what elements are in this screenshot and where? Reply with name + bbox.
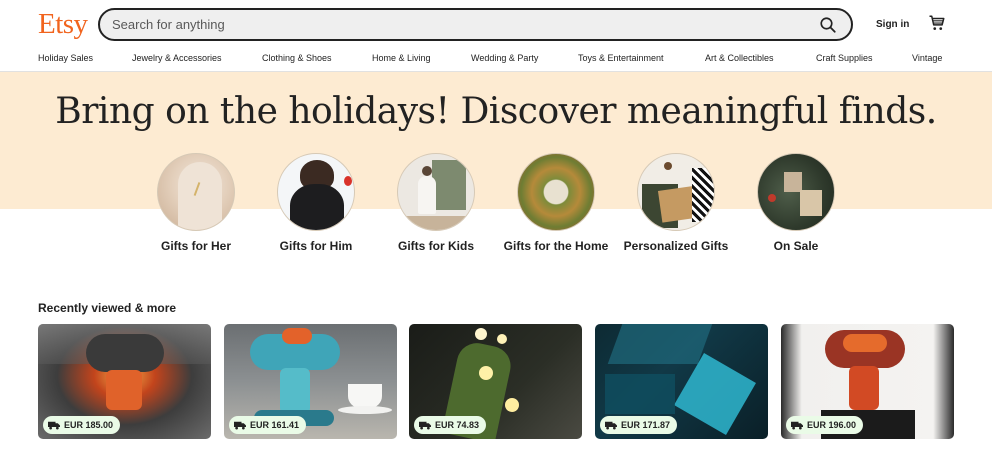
product-card[interactable]: EUR 196.00 xyxy=(781,324,954,439)
price-text: EUR 185.00 xyxy=(64,420,114,430)
nav-home-living[interactable]: Home & Living xyxy=(372,53,431,63)
category-label: Gifts for Him xyxy=(279,239,353,253)
free-shipping-truck-icon xyxy=(419,421,431,429)
category-label: On Sale xyxy=(773,239,819,253)
category-label: Gifts for Kids xyxy=(397,239,474,253)
product-card[interactable]: EUR 185.00 xyxy=(38,324,211,439)
gifts-for-him-image xyxy=(277,153,355,231)
on-sale-image xyxy=(757,153,835,231)
category-label: Personalized Gifts xyxy=(623,239,729,253)
category-gifts-for-kids[interactable]: Gifts for Kids xyxy=(376,153,496,253)
product-card[interactable]: EUR 74.83 xyxy=(409,324,582,439)
free-shipping-truck-icon xyxy=(234,421,246,429)
price-text: EUR 161.41 xyxy=(250,420,300,430)
shopping-cart-icon[interactable] xyxy=(928,14,946,32)
nav-vintage[interactable]: Vintage xyxy=(912,53,942,63)
category-label: Gifts for the Home xyxy=(503,239,609,253)
price-badge: EUR 74.83 xyxy=(414,416,487,434)
nav-jewelry-accessories[interactable]: Jewelry & Accessories xyxy=(132,53,222,63)
price-text: EUR 196.00 xyxy=(807,420,857,430)
free-shipping-truck-icon xyxy=(791,421,803,429)
search-input[interactable] xyxy=(112,10,802,39)
price-badge: EUR 161.41 xyxy=(229,416,307,434)
nav-toys-entertainment[interactable]: Toys & Entertainment xyxy=(578,53,664,63)
category-gifts-for-her[interactable]: Gifts for Her xyxy=(136,153,256,253)
category-on-sale[interactable]: On Sale xyxy=(736,153,856,253)
free-shipping-truck-icon xyxy=(48,421,60,429)
etsy-logo[interactable]: Etsy xyxy=(38,8,88,41)
price-text: EUR 74.83 xyxy=(435,420,480,430)
free-shipping-truck-icon xyxy=(605,421,617,429)
gifts-for-the-home-image xyxy=(517,153,595,231)
nav-craft-supplies[interactable]: Craft Supplies xyxy=(816,53,873,63)
sign-in-link[interactable]: Sign in xyxy=(876,19,909,30)
price-badge: EUR 185.00 xyxy=(43,416,121,434)
gifts-for-kids-image xyxy=(397,153,475,231)
category-nav: Holiday Sales Jewelry & Accessories Clot… xyxy=(0,50,992,72)
nav-holiday-sales[interactable]: Holiday Sales xyxy=(38,53,93,63)
price-badge: EUR 171.87 xyxy=(600,416,678,434)
personalized-gifts-image xyxy=(637,153,715,231)
gifts-for-her-image xyxy=(157,153,235,231)
category-label: Gifts for Her xyxy=(160,239,231,253)
product-card[interactable]: EUR 171.87 xyxy=(595,324,768,439)
category-gifts-for-him[interactable]: Gifts for Him xyxy=(256,153,376,253)
price-badge: EUR 196.00 xyxy=(786,416,864,434)
search-bar xyxy=(98,8,853,41)
nav-wedding-party[interactable]: Wedding & Party xyxy=(471,53,538,63)
recently-viewed-heading: Recently viewed & more xyxy=(38,301,177,315)
search-icon[interactable] xyxy=(819,16,837,34)
category-personalized-gifts[interactable]: Personalized Gifts xyxy=(616,153,736,253)
price-text: EUR 171.87 xyxy=(621,420,671,430)
nav-art-collectibles[interactable]: Art & Collectibles xyxy=(705,53,774,63)
nav-clothing-shoes[interactable]: Clothing & Shoes xyxy=(262,53,332,63)
product-card[interactable]: EUR 161.41 xyxy=(224,324,397,439)
category-gifts-for-the-home[interactable]: Gifts for the Home xyxy=(496,153,616,253)
hero-title: Bring on the holidays! Discover meaningf… xyxy=(55,91,937,132)
